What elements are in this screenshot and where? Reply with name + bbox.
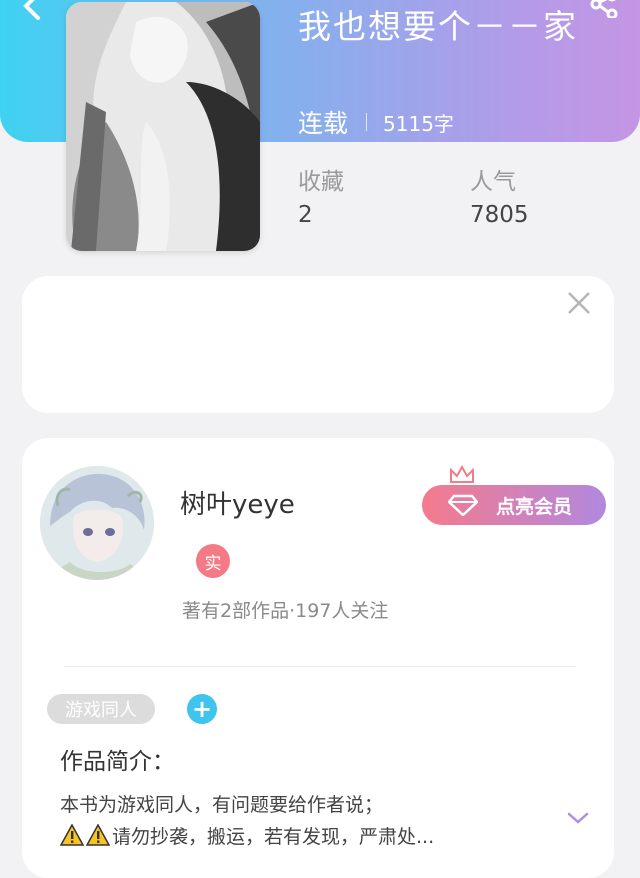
close-icon[interactable] [566,290,592,316]
warning-icon [86,824,110,846]
share-icon[interactable] [590,0,618,18]
tag-game-fanfic[interactable]: 游戏同人 [47,694,155,724]
warning-icon [60,824,84,846]
serial-status: 连载 [298,109,349,138]
popularity-label: 人气 [470,169,516,195]
intro-title: 作品简介： [60,749,175,775]
book-meta: 连载 5115字 [298,104,454,140]
avatar[interactable] [40,466,154,580]
crown-icon [450,464,474,483]
favorites-value: 2 [298,202,313,228]
favorites-label: 收藏 [298,169,344,195]
intro-warning-text: 请勿抄袭，搬运，若有发现，严肃处... [112,826,435,848]
divider [64,666,576,667]
vip-button[interactable]: 点亮会员 [422,485,606,525]
diamond-icon [448,494,478,516]
author-name[interactable]: 树叶yeye [180,484,295,521]
ad-card [22,276,614,413]
back-icon[interactable] [14,0,46,20]
avatar-illustration [40,466,154,580]
verified-badge: 实 [196,544,230,578]
author-stats: 著有2部作品·197人关注 [182,600,389,622]
vip-button-label: 点亮会员 [496,495,573,518]
cover-illustration [66,2,260,251]
author-card: 树叶yeye 实 点亮会员 著有2部作品·197人关注 游戏同人 + 作品简介：… [22,438,614,878]
intro-line: 本书为游戏同人，有问题要给作者说； [60,794,384,816]
add-tag-button[interactable]: + [187,694,217,724]
book-title: 我也想要个－－家 [298,7,578,46]
intro-line-warning: 请勿抄袭，搬运，若有发现，严肃处... [60,822,434,849]
book-cover[interactable] [66,2,260,251]
word-count: 5115字 [383,111,454,136]
meta-separator [366,113,368,131]
popularity-value: 7805 [470,202,529,228]
chevron-down-icon[interactable] [566,810,590,826]
